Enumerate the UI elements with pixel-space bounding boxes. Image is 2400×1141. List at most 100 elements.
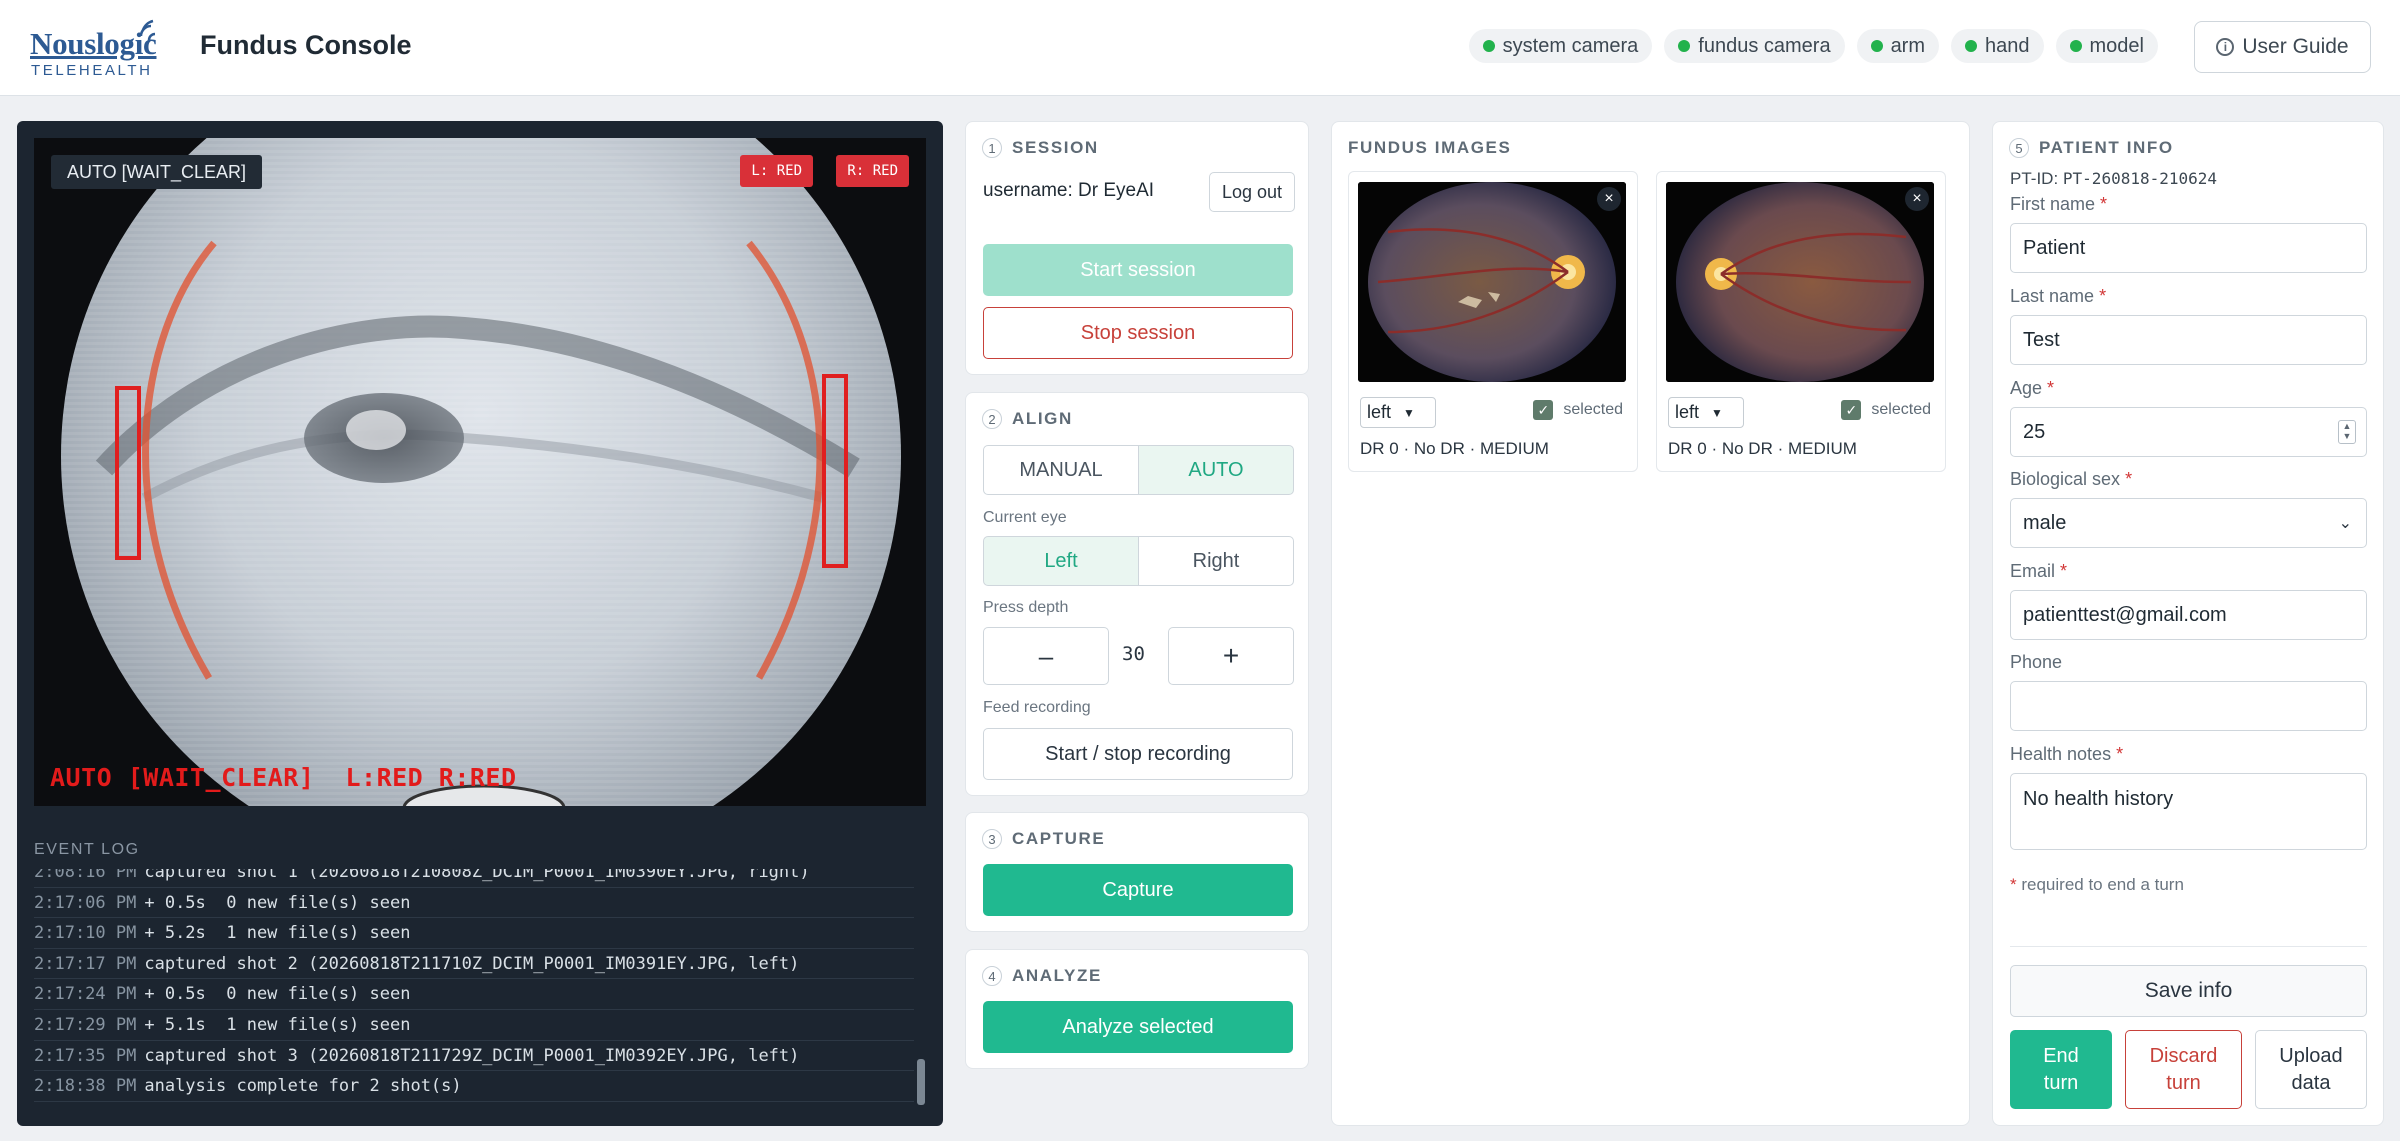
analyze-selected-button[interactable]: Analyze selected xyxy=(983,1001,1293,1053)
discard-turn-button[interactable]: Discard turn xyxy=(2125,1030,2242,1109)
user-guide-button[interactable]: i User Guide xyxy=(2194,21,2371,73)
biological-sex-select[interactable]: male ⌄ xyxy=(2010,498,2367,548)
event-log-scrollbar[interactable] xyxy=(917,1059,925,1105)
biological-sex-label: Biological sex xyxy=(2010,469,2121,489)
align-title: ALIGN xyxy=(1012,409,1073,428)
right-eye-button[interactable]: Right xyxy=(1138,536,1294,586)
event-time: 2:17:17 PM xyxy=(34,953,137,974)
current-eye-label: Current eye xyxy=(983,509,1067,526)
status-chip-fundus-camera: fundus camera xyxy=(1664,29,1845,63)
status-chip-arm: arm xyxy=(1856,29,1940,63)
step-number: 1 xyxy=(982,138,1002,158)
eye-select[interactable]: left ▼ xyxy=(1668,397,1744,428)
start-session-button[interactable]: Start session xyxy=(983,244,1293,296)
logout-button[interactable]: Log out xyxy=(1209,172,1295,212)
stop-session-button[interactable]: Stop session xyxy=(983,307,1293,359)
event-log-title: EVENT LOG xyxy=(34,841,140,858)
depth-decrease-button[interactable]: – xyxy=(983,627,1109,685)
event-message: captured shot 3 (20260818T211729Z_DCIM_P… xyxy=(144,1045,800,1066)
record-toggle-button[interactable]: Start / stop recording xyxy=(983,728,1293,780)
phone-label: Phone xyxy=(2010,652,2063,672)
last-name-field[interactable]: Test xyxy=(2010,315,2367,365)
camera-feed: AUTO [WAIT_CLEAR] L: RED R: RED AUTO [WA… xyxy=(34,138,926,806)
left-eye-status-tag: L: RED xyxy=(740,155,813,187)
event-log-row: 2:17:29 PM + 5.1s 1 new file(s) seen xyxy=(34,1010,914,1041)
patient-info-card: 5 PATIENT INFO PT-ID: PT-260818-210624 Fi… xyxy=(1992,121,2384,1126)
event-time: 2:18:38 PM xyxy=(34,1076,137,1097)
fundus-title: FUNDUS IMAGES xyxy=(1348,138,1512,157)
event-log-row: 2:17:06 PM + 0.5s 0 new file(s) seen xyxy=(34,888,914,919)
signal-icon xyxy=(139,19,156,41)
app-title: Fundus Console xyxy=(200,30,412,60)
event-log-row: 2:17:10 PM + 5.2s 1 new file(s) seen xyxy=(34,918,914,949)
health-notes-label: Health notes xyxy=(2010,744,2112,764)
fundus-images-card: FUNDUS IMAGES × left ▼ ✓ selected DR 0 · N… xyxy=(1331,121,1970,1126)
eye-select[interactable]: left ▼ xyxy=(1360,397,1436,428)
event-time: 2:17:24 PM xyxy=(34,984,137,1005)
first-name-label: First name xyxy=(2010,194,2096,214)
event-time: 2:17:06 PM xyxy=(34,892,137,913)
session-title: SESSION xyxy=(1012,138,1099,157)
event-log-row: 2:17:24 PM + 0.5s 0 new file(s) seen xyxy=(34,979,914,1010)
divider xyxy=(2010,946,2367,947)
save-info-button[interactable]: Save info xyxy=(2010,965,2367,1017)
depth-increase-button[interactable]: + xyxy=(1168,627,1294,685)
step-number: 4 xyxy=(982,966,1002,986)
nouslogic-logo: Nouslogic TELEHEALTH xyxy=(30,19,165,80)
health-notes-textarea[interactable]: No health history xyxy=(2010,773,2367,850)
event-log-row: 2:18:38 PM analysis complete for 2 shot(s… xyxy=(34,1071,914,1102)
align-card: 2 ALIGN MANUAL AUTO Current eye Left Righ… xyxy=(965,392,1309,796)
capture-card: 3 CAPTURE Capture xyxy=(965,812,1309,932)
event-log[interactable]: 2:08:16 PM captured shot 1 (20260818T2108… xyxy=(34,869,914,1109)
chevron-down-icon: ▼ xyxy=(1711,405,1723,420)
manual-mode-button[interactable]: MANUAL xyxy=(983,445,1139,495)
status-dot-icon xyxy=(1870,40,1883,52)
fundus-image-card: × left ▼ ✓ selected DR 0 · No DR · MEDIUM xyxy=(1348,171,1638,472)
remove-image-icon[interactable]: × xyxy=(1597,187,1621,211)
event-message: + 5.1s 1 new file(s) seen xyxy=(144,1014,411,1035)
step-number: 3 xyxy=(982,829,1002,849)
upload-data-button[interactable]: Upload data xyxy=(2255,1030,2367,1109)
status-chip-hand: hand xyxy=(1951,29,2044,63)
press-depth-label: Press depth xyxy=(983,599,1069,616)
fundus-image-card: × left ▼ ✓ selected DR 0 · No DR · MEDIUM xyxy=(1656,171,1946,472)
end-turn-button[interactable]: End turn xyxy=(2010,1030,2112,1109)
age-field[interactable]: 25 ▲ ▼ xyxy=(2010,407,2367,457)
event-time: 2:08:16 PM xyxy=(34,869,137,882)
last-name-label: Last name xyxy=(2010,286,2095,306)
camera-image xyxy=(34,138,926,806)
right-eye-status-tag: R: RED xyxy=(836,155,909,187)
press-depth-value: 30 xyxy=(1122,643,1145,665)
remove-image-icon[interactable]: × xyxy=(1905,187,1929,211)
event-message: captured shot 2 (20260818T211710Z_DCIM_P… xyxy=(144,953,800,974)
event-log-row: 2:17:35 PM captured shot 3 (20260818T2117… xyxy=(34,1041,914,1072)
chevron-down-icon: ▼ xyxy=(1403,405,1415,420)
capture-button[interactable]: Capture xyxy=(983,864,1293,916)
step-number: 5 xyxy=(2009,138,2029,158)
capture-title: CAPTURE xyxy=(1012,829,1106,848)
fundus-photo[interactable]: × xyxy=(1666,182,1934,382)
auto-mode-button[interactable]: AUTO xyxy=(1138,445,1294,495)
step-number: 2 xyxy=(982,409,1002,429)
selected-checkbox[interactable]: ✓ xyxy=(1841,400,1862,420)
email-label: Email xyxy=(2010,561,2056,581)
event-message: captured shot 1 (20260818T210808Z_DCIM_P… xyxy=(144,869,810,882)
event-message: + 0.5s 0 new file(s) seen xyxy=(144,984,411,1005)
age-stepper-icon[interactable]: ▲ ▼ xyxy=(2338,420,2356,444)
required-note: * required to end a turn xyxy=(2010,875,2184,894)
session-card: 1 SESSION username: Dr EyeAI Log out Star… xyxy=(965,121,1309,375)
selected-checkbox[interactable]: ✓ xyxy=(1533,400,1554,420)
left-eye-button[interactable]: Left xyxy=(983,536,1139,586)
camera-panel: AUTO [WAIT_CLEAR] L: RED R: RED AUTO [WA… xyxy=(17,121,943,1126)
email-field[interactable]: patienttest@gmail.com xyxy=(2010,590,2367,640)
first-name-field[interactable]: Patient xyxy=(2010,223,2367,273)
status-dot-icon xyxy=(1965,40,1978,52)
info-icon: i xyxy=(2216,38,2235,56)
status-dot-icon xyxy=(2069,40,2082,52)
phone-field[interactable] xyxy=(2010,681,2367,731)
fundus-photo[interactable]: × xyxy=(1358,182,1626,382)
status-dot-icon xyxy=(1482,40,1495,52)
app-header: Nouslogic TELEHEALTH Fundus Console syst… xyxy=(0,0,2400,96)
age-label: Age xyxy=(2010,378,2043,398)
status-chip-system-camera: system camera xyxy=(1468,29,1653,63)
